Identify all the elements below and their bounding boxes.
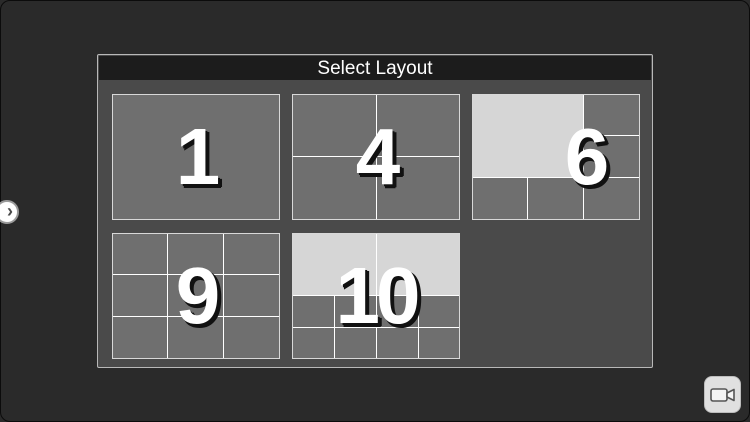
layout-number: 9 [175,251,221,340]
layout-option-6[interactable]: 6 [472,94,640,220]
layout-number: 10 [335,251,421,340]
layout-number: 4 [355,112,401,201]
select-layout-dialog: Select Layout 1 4 6 9 10 [97,54,653,368]
app-screen: › Select Layout 1 4 6 9 10 [0,0,750,422]
layout-option-9[interactable]: 9 [112,233,280,359]
layout-number: 1 [175,112,221,201]
chevron-right-icon: › [7,201,13,221]
expand-sidebar-button[interactable]: › [0,200,19,224]
layout-option-10[interactable]: 10 [292,233,460,359]
layout-option-1[interactable]: 1 [112,94,280,220]
layout-number: 6 [564,112,610,201]
camera-button[interactable] [704,376,741,413]
dialog-title: Select Layout [99,56,651,80]
video-camera-icon [710,388,735,402]
layout-cell [473,177,528,219]
layout-option-4[interactable]: 4 [292,94,460,220]
